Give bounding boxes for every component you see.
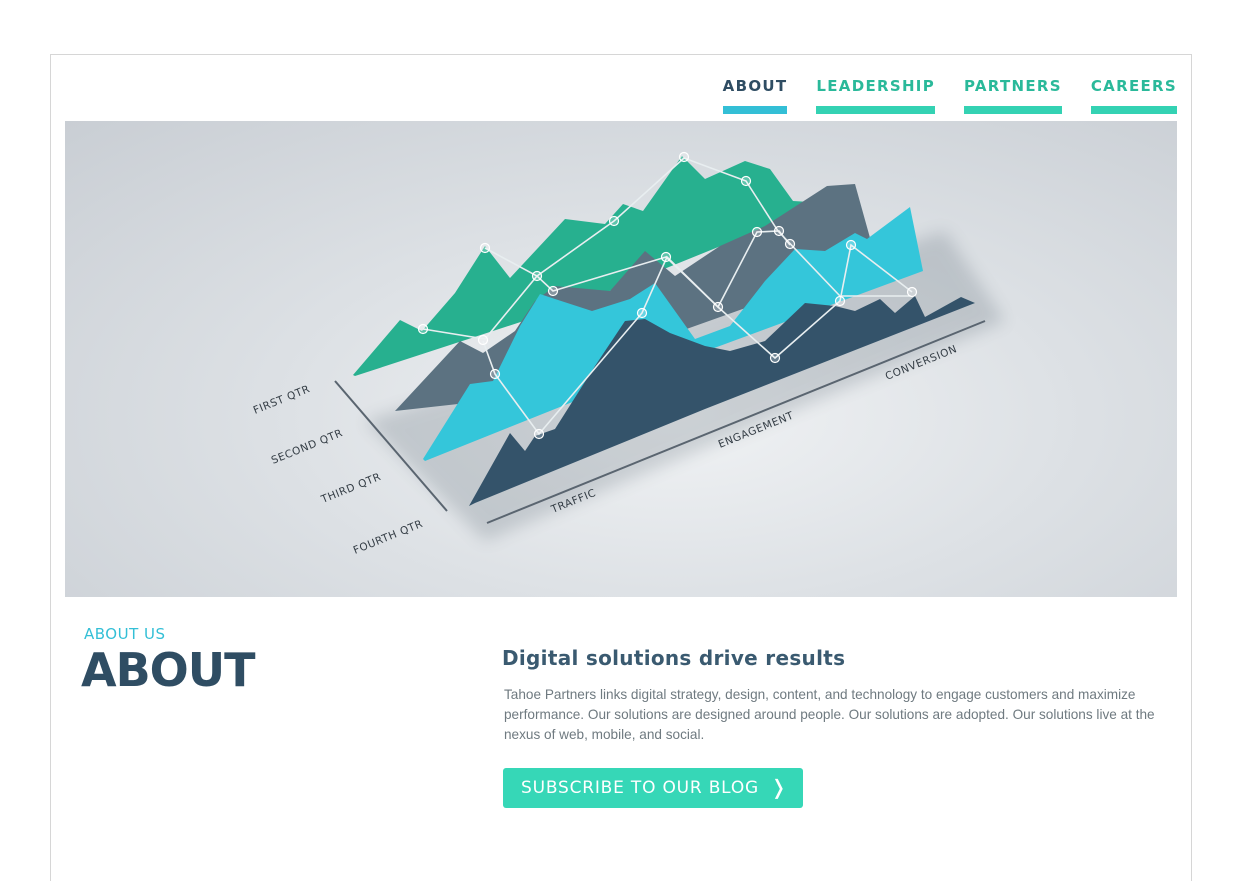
nav-careers-underline	[1090, 106, 1177, 114]
nav-about[interactable]: ABOUT	[722, 75, 788, 114]
hero-image: FIRST QTR SECOND QTR THIRD QTR FOURTH QT…	[65, 121, 1177, 597]
nav-leadership-underline	[816, 106, 935, 114]
page-frame: ABOUT LEADERSHIP PARTNERS CAREERS FIRST …	[50, 54, 1192, 881]
nav-partners[interactable]: PARTNERS	[963, 75, 1062, 114]
row-label-second-qtr: SECOND QTR	[270, 427, 345, 467]
nav-careers[interactable]: CAREERS	[1090, 75, 1177, 114]
subscribe-blog-button[interactable]: SUBSCRIBE TO OUR BLOG ❭	[503, 768, 803, 808]
row-label-fourth-qtr: FOURTH QTR	[352, 518, 425, 557]
nav-leadership[interactable]: LEADERSHIP	[816, 75, 935, 114]
nav-about-underline	[722, 106, 788, 114]
subscribe-blog-label: SUBSCRIBE TO OUR BLOG	[521, 778, 759, 798]
row-label-third-qtr: THIRD QTR	[319, 471, 383, 506]
nav-partners-label: PARTNERS	[963, 77, 1062, 95]
nav-leadership-label: LEADERSHIP	[816, 77, 935, 95]
hero-3d-chart-illustration: FIRST QTR SECOND QTR THIRD QTR FOURTH QT…	[252, 151, 1005, 557]
nav-partners-underline	[963, 106, 1062, 114]
main-nav: ABOUT LEADERSHIP PARTNERS CAREERS	[722, 75, 1177, 114]
nav-careers-label: CAREERS	[1090, 77, 1177, 95]
section-label: ABOUT US	[84, 625, 166, 643]
row-label-first-qtr: FIRST QTR	[252, 383, 312, 417]
chevron-right-icon: ❭	[770, 775, 787, 799]
about-body-text: Tahoe Partners links digital strategy, d…	[504, 687, 1155, 742]
about-headline: Digital solutions drive results	[502, 646, 846, 670]
nav-about-label: ABOUT	[722, 77, 788, 95]
page-title: ABOUT	[81, 643, 255, 697]
